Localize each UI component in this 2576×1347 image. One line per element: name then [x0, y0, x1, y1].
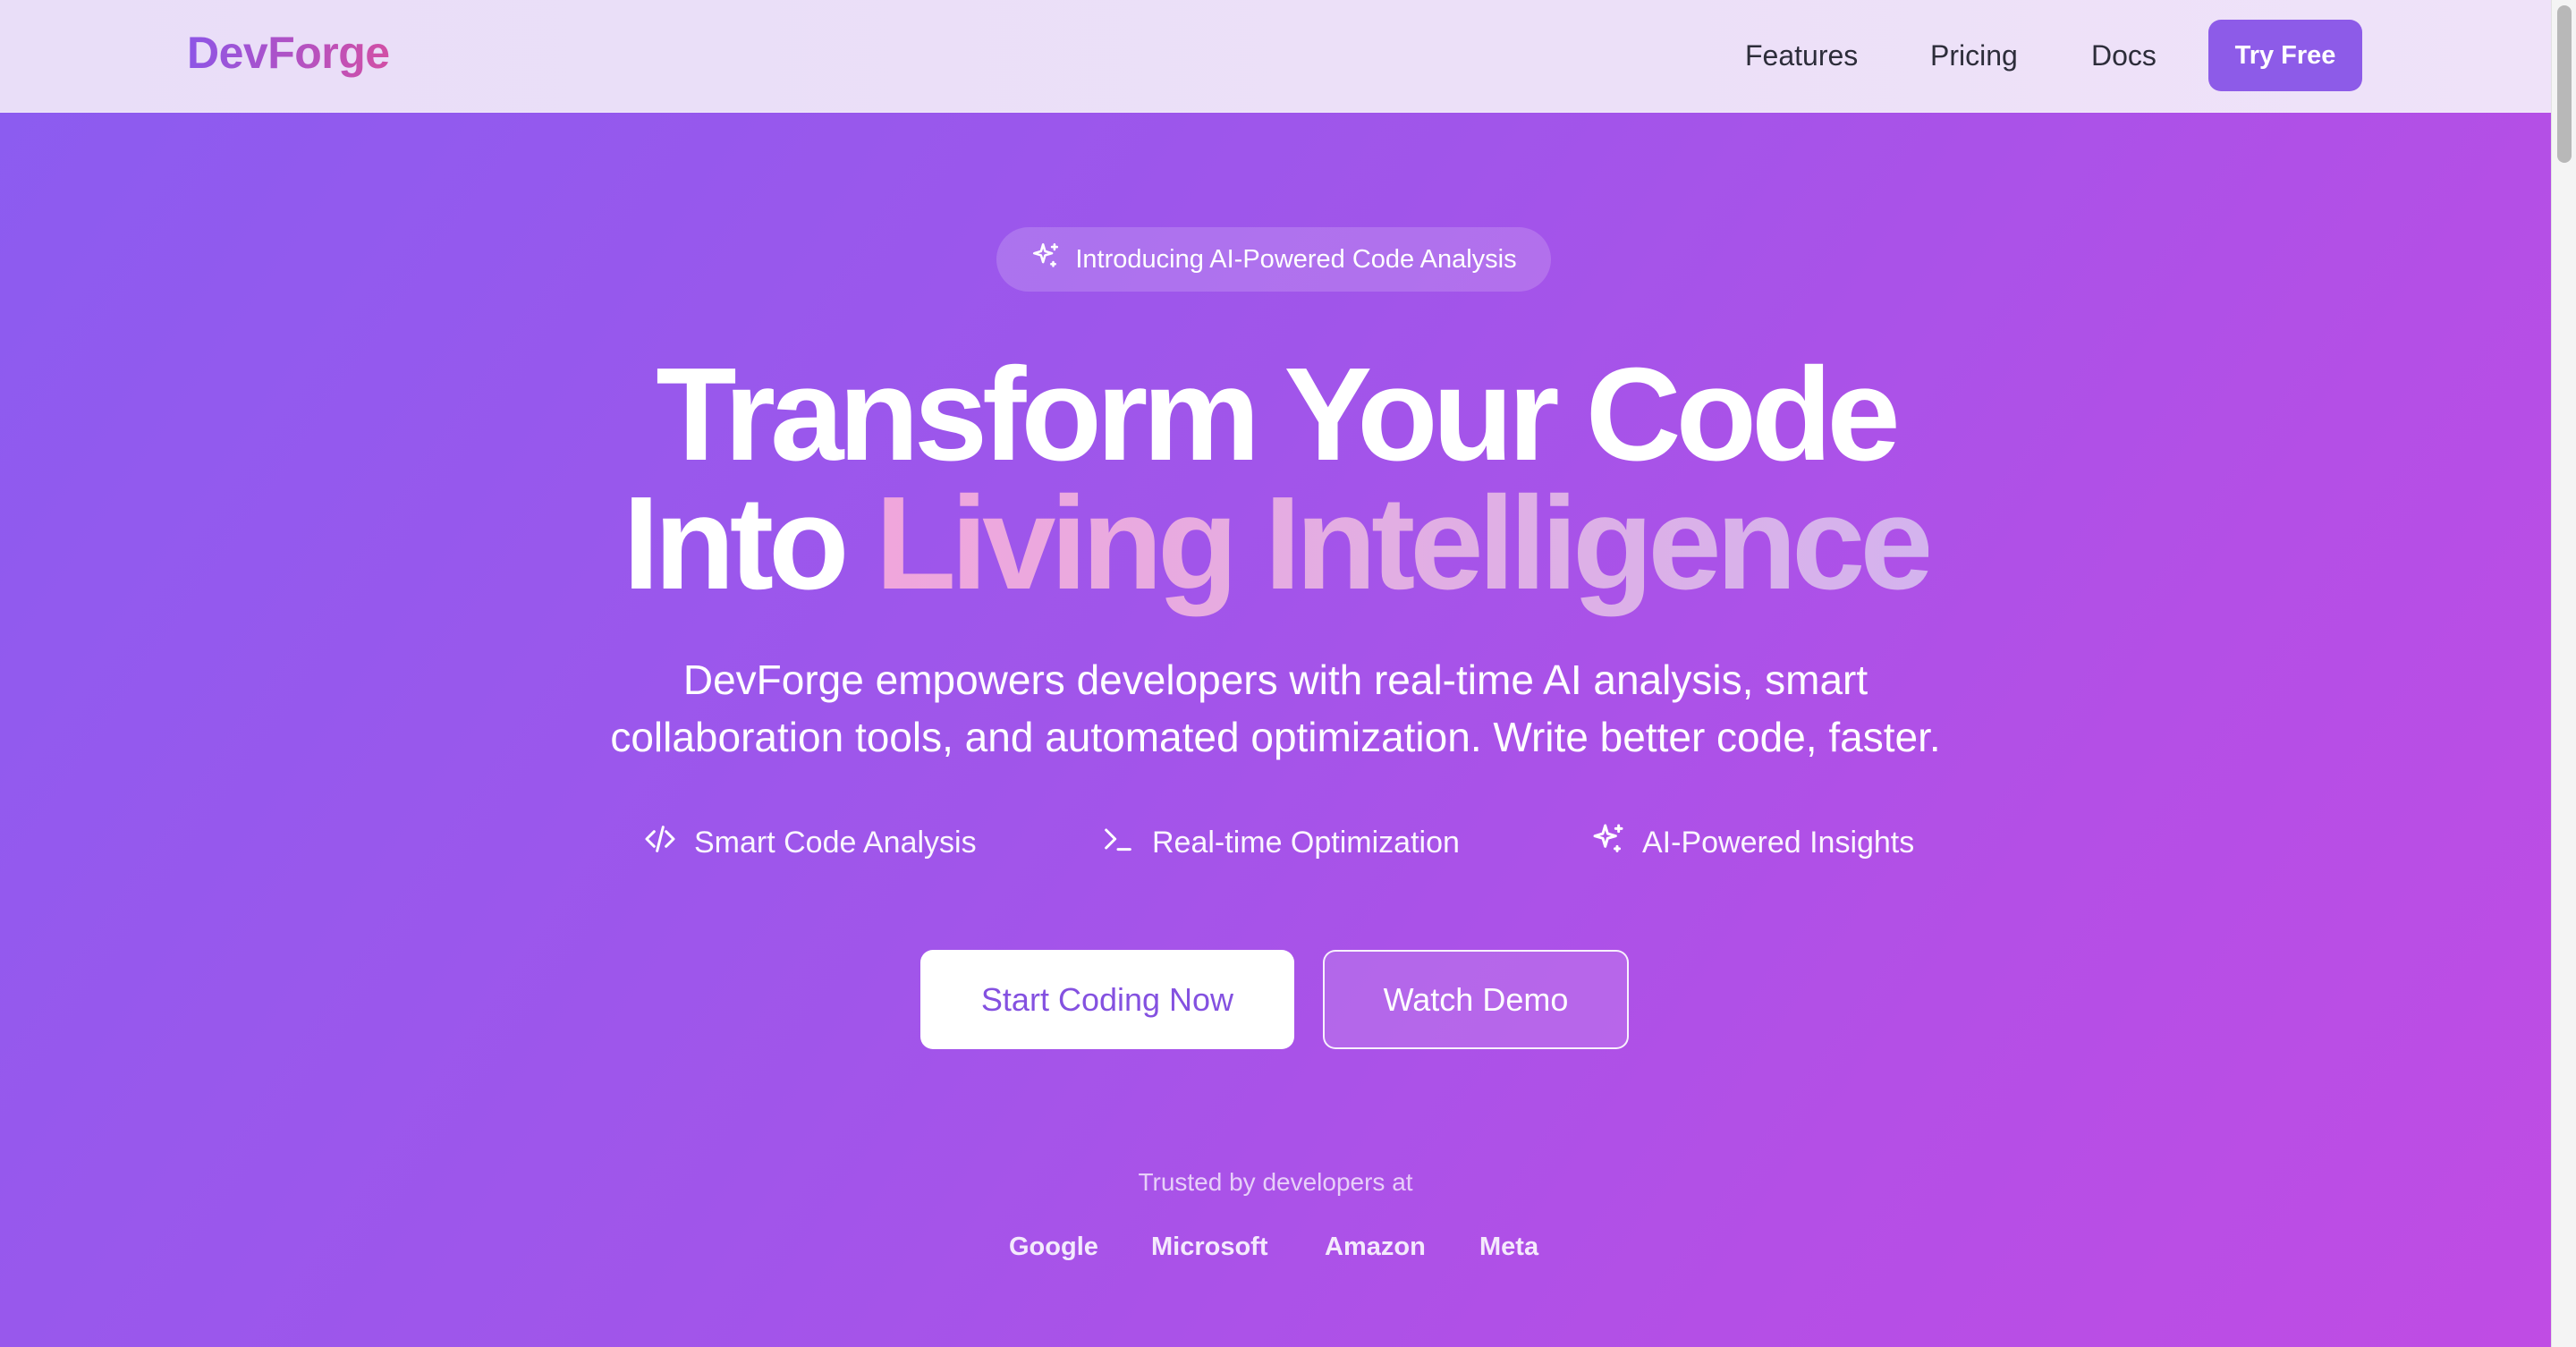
site-header: DevForge Features Pricing Docs Try Free	[0, 0, 2551, 113]
watch-demo-button[interactable]: Watch Demo	[1323, 950, 1629, 1049]
feature-label: Smart Code Analysis	[694, 826, 977, 860]
headline-line-1: Transform Your Code	[656, 341, 1900, 488]
feature-label: Real-time Optimization	[1152, 826, 1460, 860]
sparkles-icon	[1030, 241, 1061, 278]
terminal-icon	[1100, 821, 1136, 865]
feature-label: AI-Powered Insights	[1642, 826, 1915, 860]
announcement-badge: Introducing AI-Powered Code Analysis	[996, 227, 1551, 292]
company-logo-microsoft: Microsoft	[1151, 1233, 1268, 1261]
sparkles-icon	[1590, 821, 1626, 865]
badge-text: Introducing AI-Powered Code Analysis	[1075, 244, 1517, 274]
hero-subtitle: DevForge empowers developers with real-t…	[0, 651, 2551, 766]
logo[interactable]: DevForge	[187, 27, 390, 79]
company-logo-google: Google	[1009, 1233, 1098, 1261]
code-icon	[642, 821, 678, 865]
headline-highlight: Living Intelligence	[875, 470, 1934, 617]
headline-line-2: Into Living Intelligence	[0, 478, 2551, 610]
hero-headline: Transform Your Code Into Living Intellig…	[0, 341, 2551, 610]
nav-link-docs[interactable]: Docs	[2091, 39, 2157, 72]
subtitle-line-2: collaboration tools, and automated optim…	[610, 714, 1941, 760]
scrollbar[interactable]	[2551, 0, 2576, 1347]
company-logo-meta: Meta	[1479, 1233, 1539, 1261]
scrollbar-thumb[interactable]	[2557, 5, 2572, 163]
nav-link-pricing[interactable]: Pricing	[1930, 39, 2018, 72]
subtitle-line-1: DevForge empowers developers with real-t…	[682, 657, 1868, 703]
headline-plain: Into	[623, 470, 876, 617]
company-logo-amazon: Amazon	[1325, 1233, 1426, 1261]
nav-link-features[interactable]: Features	[1745, 39, 1858, 72]
feature-ai-powered-insights: AI-Powered Insights	[1590, 821, 1914, 865]
feature-real-time-optimization: Real-time Optimization	[1100, 821, 1460, 865]
feature-smart-code-analysis: Smart Code Analysis	[642, 821, 977, 865]
trusted-label: Trusted by developers at	[1138, 1168, 1413, 1196]
start-coding-button[interactable]: Start Coding Now	[920, 950, 1294, 1049]
try-free-button[interactable]: Try Free	[2208, 20, 2362, 91]
